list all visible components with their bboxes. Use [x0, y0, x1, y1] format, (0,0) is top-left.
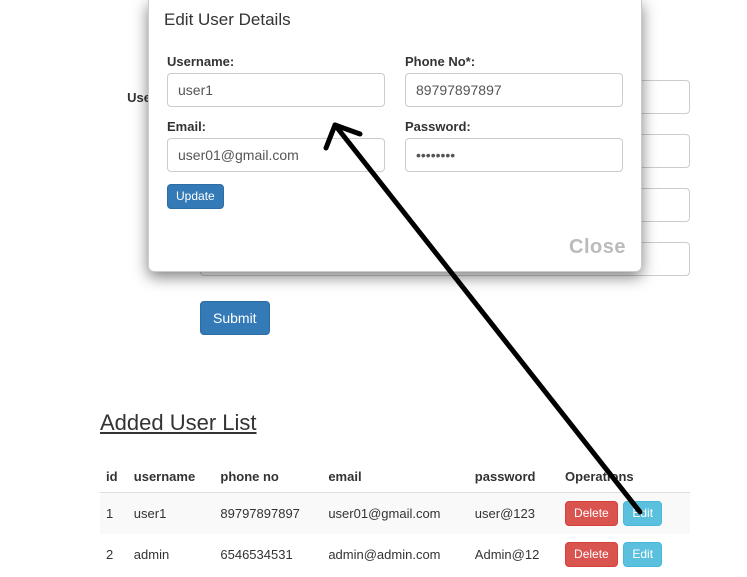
modal-password-label: Password:	[405, 119, 623, 134]
modal-title: Edit User Details	[164, 10, 626, 30]
update-button[interactable]: Update	[167, 184, 224, 209]
cell-operations: Delete Edit	[559, 534, 690, 575]
cell-phone: 89797897897	[214, 493, 322, 535]
close-button[interactable]: Close	[569, 236, 626, 258]
user-list-section: Added User List id username phone no ema…	[100, 410, 690, 575]
delete-button[interactable]: Delete	[565, 501, 618, 526]
edit-user-modal: Edit User Details Username: Phone No*: E…	[148, 0, 642, 272]
cell-email: admin@admin.com	[322, 534, 468, 575]
th-username: username	[128, 461, 215, 493]
edit-button[interactable]: Edit	[623, 501, 662, 526]
table-row: 2 admin 6546534531 admin@admin.com Admin…	[100, 534, 690, 575]
modal-header: Edit User Details	[149, 0, 641, 42]
cell-phone: 6546534531	[214, 534, 322, 575]
user-list-title: Added User List	[100, 410, 690, 436]
table-row: 1 user1 89797897897 user01@gmail.com use…	[100, 493, 690, 535]
modal-phone-input[interactable]	[405, 73, 623, 107]
cell-operations: Delete Edit	[559, 493, 690, 535]
cell-password: user@123	[469, 493, 559, 535]
cell-id: 2	[100, 534, 128, 575]
modal-body: Username: Phone No*: Email: Password: Up…	[149, 42, 641, 224]
cell-username: admin	[128, 534, 215, 575]
user-table: id username phone no email password Oper…	[100, 461, 690, 575]
modal-footer: Close	[149, 224, 641, 271]
edit-button[interactable]: Edit	[623, 542, 662, 567]
cell-email: user01@gmail.com	[322, 493, 468, 535]
cell-id: 1	[100, 493, 128, 535]
modal-email-label: Email:	[167, 119, 385, 134]
modal-phone-label: Phone No*:	[405, 54, 623, 69]
th-id: id	[100, 461, 128, 493]
th-phone: phone no	[214, 461, 322, 493]
delete-button[interactable]: Delete	[565, 542, 618, 567]
modal-password-input[interactable]	[405, 138, 623, 172]
cell-username: user1	[128, 493, 215, 535]
cell-password: Admin@12	[469, 534, 559, 575]
modal-email-input[interactable]	[167, 138, 385, 172]
th-operations: Operations	[559, 461, 690, 493]
th-password: password	[469, 461, 559, 493]
modal-username-input[interactable]	[167, 73, 385, 107]
submit-button[interactable]: Submit	[200, 301, 270, 335]
modal-username-label: Username:	[167, 54, 385, 69]
th-email: email	[322, 461, 468, 493]
